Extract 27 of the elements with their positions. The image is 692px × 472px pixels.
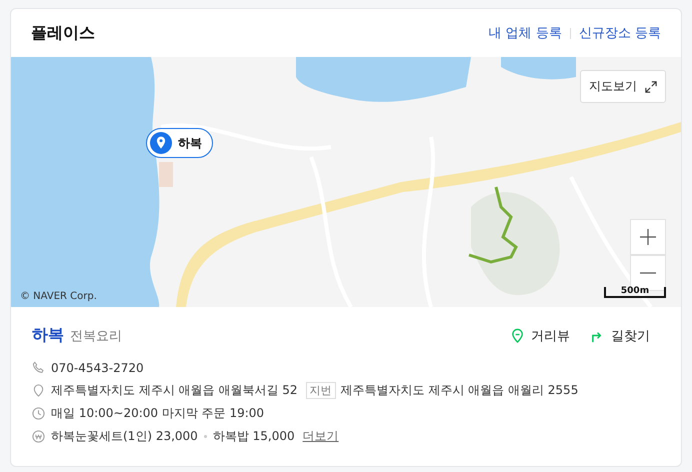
- road-address: 제주특별자치도 제주시 애월읍 애월북서길 52: [51, 382, 298, 399]
- pin-icon: [510, 328, 525, 343]
- minus-icon: [638, 272, 658, 274]
- location-icon: [32, 384, 45, 397]
- more-link[interactable]: 더보기: [302, 428, 339, 445]
- place-marker[interactable]: 하복: [146, 128, 213, 158]
- register-link[interactable]: 신규장소 등록: [578, 24, 661, 42]
- phone-number: 070-4543-2720: [51, 360, 144, 374]
- business-hours: 매일 10:00~20:00 마지막 주문 19:00: [51, 405, 264, 422]
- place-name[interactable]: 하복: [32, 325, 64, 346]
- directions-link[interactable]: 길찾기: [590, 326, 650, 344]
- street-view-link[interactable]: 거리뷰: [510, 326, 570, 344]
- map-scale: 500m: [604, 287, 666, 298]
- phone-icon: [32, 361, 45, 374]
- clock-icon: [32, 407, 45, 420]
- section-title: 플레이스: [31, 22, 95, 44]
- plus-icon: [638, 227, 658, 247]
- register-link[interactable]: 내 업체 등록: [488, 24, 562, 42]
- copyright-text: © NAVER Corp.: [20, 291, 97, 302]
- map-view-button[interactable]: 지도보기: [580, 70, 666, 103]
- pin-icon: [150, 132, 172, 154]
- zoom-in-button[interactable]: [630, 219, 666, 255]
- lot-address: 제주특별자치도 제주시 애월읍 애월리 2555: [340, 382, 578, 399]
- place-category: 전복요리: [70, 328, 122, 344]
- expand-icon: [645, 80, 657, 92]
- won-icon: [32, 430, 45, 443]
- lot-number-tag: 지번: [306, 382, 336, 399]
